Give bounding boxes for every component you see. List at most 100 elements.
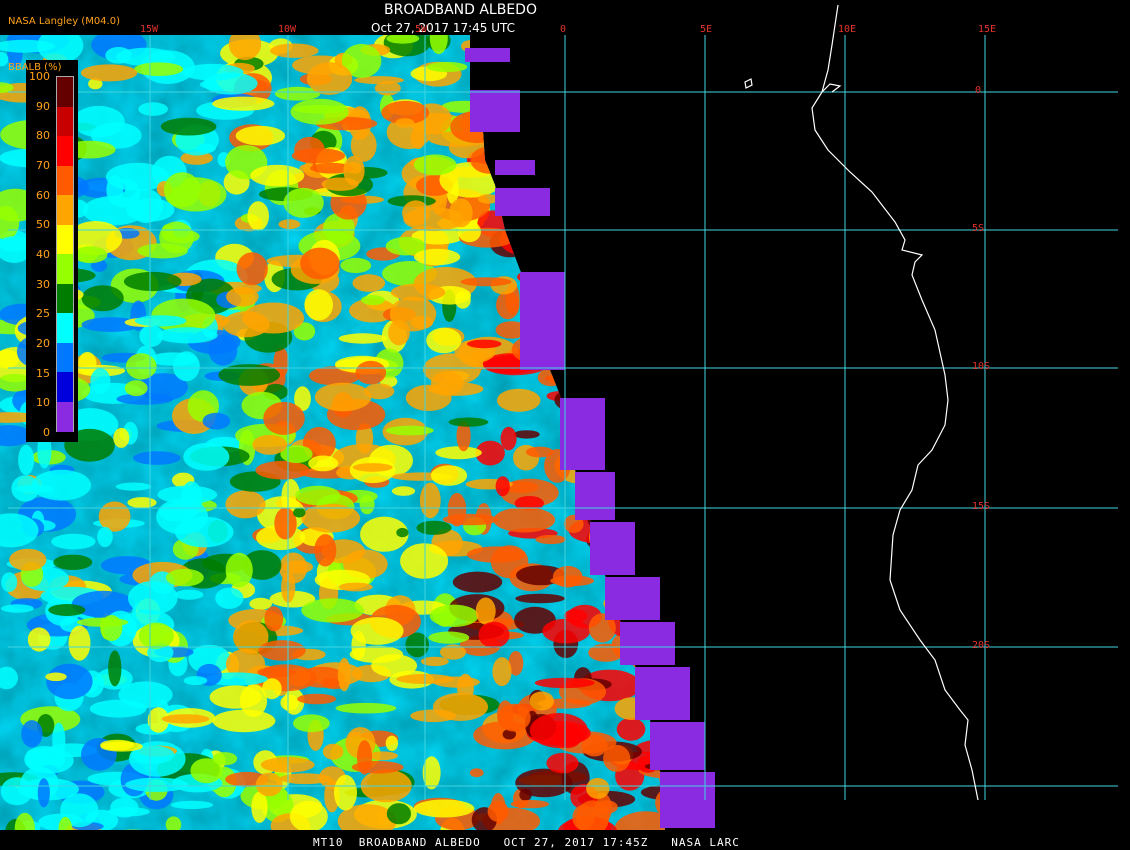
albedo-patch bbox=[419, 482, 441, 519]
albedo-patch bbox=[180, 481, 203, 517]
no-data-block bbox=[575, 472, 615, 520]
albedo-patch bbox=[351, 760, 404, 774]
albedo-patch bbox=[586, 777, 610, 799]
albedo-patch bbox=[308, 455, 339, 472]
albedo-patch bbox=[552, 565, 583, 588]
albedo-patch bbox=[452, 571, 503, 593]
albedo-patch bbox=[174, 589, 204, 600]
longitude-label: 15W bbox=[140, 24, 159, 35]
albedo-patch bbox=[255, 772, 283, 797]
albedo-patch bbox=[27, 627, 51, 652]
albedo-patch bbox=[290, 98, 349, 125]
no-data-block bbox=[520, 272, 565, 370]
albedo-patch bbox=[279, 773, 332, 785]
legend-swatch bbox=[57, 106, 73, 137]
albedo-patch bbox=[209, 685, 262, 709]
albedo-patch bbox=[574, 35, 600, 53]
albedo-patch bbox=[322, 743, 344, 760]
legend-swatch bbox=[57, 224, 73, 255]
albedo-patch bbox=[413, 799, 475, 818]
no-data-block bbox=[495, 188, 550, 216]
albedo-patch bbox=[606, 410, 655, 426]
albedo-patch bbox=[304, 289, 334, 321]
albedo-patch bbox=[115, 482, 152, 491]
albedo-patch bbox=[14, 812, 35, 830]
albedo-patch bbox=[385, 735, 399, 751]
albedo-patch bbox=[280, 694, 299, 711]
albedo-patch bbox=[569, 189, 614, 223]
albedo-patch bbox=[374, 81, 401, 96]
latitude-label: 0 bbox=[975, 85, 982, 96]
no-data-block bbox=[650, 722, 705, 770]
albedo-patch bbox=[616, 466, 651, 492]
albedo-patch bbox=[395, 118, 415, 128]
albedo-patch bbox=[258, 640, 306, 661]
albedo-patch bbox=[631, 318, 665, 354]
albedo-patch bbox=[537, 368, 564, 387]
albedo-patch bbox=[478, 621, 510, 649]
albedo-patch bbox=[80, 64, 138, 82]
legend-label: 90 bbox=[36, 99, 50, 113]
albedo-patch bbox=[58, 816, 73, 830]
legend-swatch bbox=[57, 195, 73, 225]
albedo-patch bbox=[416, 520, 452, 535]
albedo-patch bbox=[183, 676, 208, 686]
albedo-patch bbox=[402, 200, 430, 226]
albedo-patch bbox=[554, 177, 586, 199]
albedo-patch bbox=[513, 104, 567, 136]
albedo-patch bbox=[644, 539, 664, 570]
albedo-patch bbox=[388, 320, 410, 346]
albedo-patch bbox=[588, 62, 602, 91]
albedo-patch bbox=[603, 744, 631, 772]
albedo-patch bbox=[160, 117, 217, 136]
albedo-patch bbox=[297, 693, 337, 705]
albedo-patch bbox=[644, 135, 665, 164]
map-timestamp: Oct 27, 2017 17:45 UTC bbox=[371, 21, 515, 35]
albedo-patch bbox=[11, 475, 40, 502]
albedo-patch bbox=[653, 407, 665, 426]
albedo-patch bbox=[642, 345, 665, 356]
albedo-patch bbox=[264, 606, 284, 632]
longitude-label: 5E bbox=[700, 24, 713, 35]
albedo-patch bbox=[524, 115, 555, 151]
albedo-patch bbox=[628, 139, 665, 173]
legend-swatch bbox=[57, 342, 73, 373]
albedo-patch bbox=[263, 401, 305, 435]
albedo-patch bbox=[225, 552, 253, 588]
albedo-patch bbox=[449, 198, 473, 228]
albedo-patch bbox=[642, 176, 665, 213]
albedo-patch bbox=[410, 315, 434, 329]
no-data-block bbox=[635, 667, 690, 720]
credit-label: NASA Langley (M04.0) bbox=[8, 16, 120, 27]
albedo-patch bbox=[609, 338, 657, 358]
albedo-patch bbox=[251, 791, 268, 823]
albedo-patch bbox=[493, 507, 556, 533]
albedo-patch bbox=[563, 609, 588, 623]
latitude-label: 5S bbox=[972, 223, 985, 234]
albedo-patch bbox=[594, 800, 618, 814]
albedo-patch bbox=[338, 582, 373, 592]
albedo-patch bbox=[650, 163, 665, 175]
albedo-patch bbox=[355, 360, 387, 385]
map-title: BROADBAND ALBEDO bbox=[384, 2, 537, 18]
legend-label: 25 bbox=[36, 307, 50, 321]
albedo-patch bbox=[641, 422, 655, 458]
albedo-patch bbox=[9, 548, 47, 571]
albedo-patch bbox=[24, 747, 74, 774]
albedo-patch bbox=[591, 181, 620, 204]
albedo-patch bbox=[662, 212, 665, 243]
albedo-patch bbox=[566, 380, 598, 396]
albedo-patch bbox=[548, 223, 562, 242]
longitude-label: 15E bbox=[978, 24, 997, 35]
albedo-patch bbox=[591, 243, 607, 273]
legend-label: 0 bbox=[43, 426, 50, 439]
no-data-block bbox=[620, 622, 675, 665]
albedo-patch bbox=[628, 141, 665, 175]
latitude-label: 20S bbox=[972, 640, 991, 651]
albedo-patch bbox=[581, 234, 627, 260]
albedo-patch bbox=[469, 768, 484, 778]
albedo-patch bbox=[496, 388, 541, 412]
albedo-patch bbox=[514, 248, 567, 265]
albedo-patch bbox=[181, 63, 244, 81]
legend-label: 60 bbox=[36, 188, 50, 202]
